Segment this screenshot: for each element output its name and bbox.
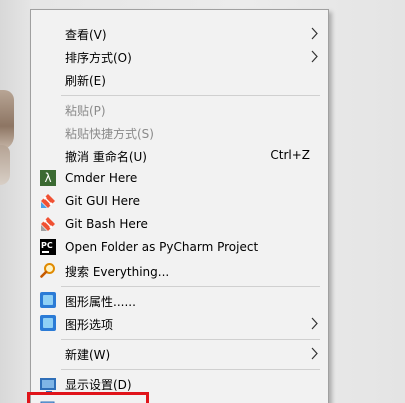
menu-item-label: 撤消 重命名(U): [65, 150, 147, 164]
desktop-wallpaper-edge: [0, 60, 22, 210]
menu-item-paste-shortcut[interactable]: 粘贴快捷方式(S): [32, 121, 327, 144]
pycharm-icon-bar: [42, 251, 49, 253]
graphics-properties-icon: [40, 292, 56, 308]
wallpaper-decoration: [0, 145, 10, 185]
menu-item-label: 图形选项: [65, 318, 114, 332]
menu-item-label: 粘贴快捷方式(S): [65, 127, 154, 141]
pycharm-icon: PC: [40, 239, 56, 255]
git-gui-icon: [41, 194, 55, 208]
pycharm-icon-text: PC: [41, 241, 53, 250]
menu-item-git-gui-here[interactable]: Git GUI Here: [32, 190, 327, 213]
menu-item-search-everything[interactable]: 搜索 Everything...: [32, 259, 327, 282]
git-bash-icon: [41, 217, 55, 231]
menu-item-graphics-options[interactable]: 图形选项: [32, 312, 327, 335]
menu-item-label: Git GUI Here: [65, 194, 141, 208]
menu-item-label: 图形属性......: [65, 295, 136, 309]
menu-item-graphics-properties[interactable]: 图形属性......: [32, 289, 327, 312]
menu-item-refresh[interactable]: 刷新(E): [32, 68, 327, 91]
graphics-options-icon: [40, 315, 56, 331]
display-icon: [40, 378, 56, 393]
menu-item-git-bash-here[interactable]: Git Bash Here: [32, 213, 327, 236]
menu-item-open-pycharm-project[interactable]: PC Open Folder as PyCharm Project: [32, 236, 327, 259]
menu-item-shortcut: Ctrl+Z: [270, 148, 310, 162]
menu-item-label: Open Folder as PyCharm Project: [65, 240, 259, 254]
menu-item-label: 显示设置(D): [65, 378, 132, 392]
menu-separator: [61, 95, 320, 96]
menu-item-label: 查看(V): [65, 28, 107, 42]
menu-item-label: 排序方式(O): [65, 51, 132, 65]
menu-item-label: Cmder Here: [65, 171, 138, 185]
everything-search-icon: [40, 263, 55, 278]
menu-item-cmder-here[interactable]: λ Cmder Here: [32, 167, 327, 190]
chevron-right-icon: [311, 27, 318, 40]
wallpaper-decoration: [0, 90, 14, 150]
menu-separator: [61, 339, 320, 340]
menu-item-label: 搜索 Everything...: [65, 265, 170, 279]
menu-item-new[interactable]: 新建(W): [32, 342, 327, 365]
chevron-right-icon: [311, 347, 318, 360]
menu-item-label: 新建(W): [65, 348, 111, 362]
menu-item-paste[interactable]: 粘贴(P): [32, 98, 327, 121]
menu-item-sort-by[interactable]: 排序方式(O): [32, 45, 327, 68]
chevron-right-icon: [311, 317, 318, 330]
cmder-icon: λ: [40, 170, 56, 186]
menu-item-label: 粘贴(P): [65, 104, 106, 118]
menu-item-undo-rename[interactable]: 撤消 重命名(U) Ctrl+Z: [32, 144, 327, 167]
menu-item-label: 刷新(E): [65, 74, 106, 88]
red-highlight-annotation: [27, 392, 149, 403]
menu-separator: [61, 369, 320, 370]
desktop-context-menu: 查看(V) 排序方式(O) 刷新(E) 粘贴(P) 粘贴快捷方式(S) 撤消 重…: [30, 9, 329, 403]
menu-item-view[interactable]: 查看(V): [32, 22, 327, 45]
menu-item-label: Git Bash Here: [65, 217, 148, 231]
chevron-right-icon: [311, 50, 318, 63]
menu-separator: [61, 286, 320, 287]
